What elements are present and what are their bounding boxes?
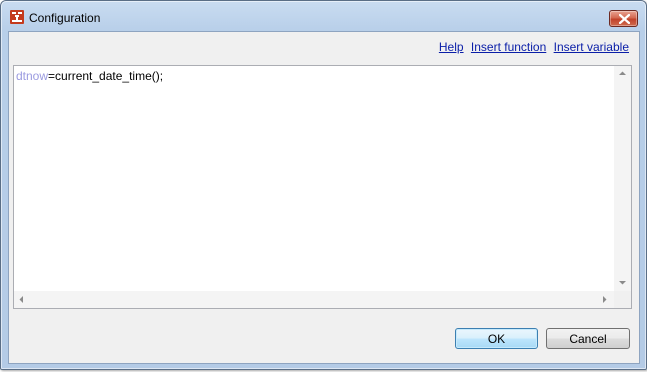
close-button[interactable] [609,10,638,27]
scroll-up-arrow[interactable] [614,66,631,83]
scroll-corner [614,291,631,308]
script-editor[interactable]: dtnow=current_date_time(); [13,65,632,309]
link-bar: Help Insert function Insert variable [435,40,629,54]
vertical-scrollbar[interactable] [614,66,631,292]
chevron-left-icon [19,296,23,303]
scroll-left-arrow[interactable] [14,291,31,308]
window-title: Configuration [29,11,101,25]
ok-button[interactable]: OK [455,328,538,349]
horizontal-scrollbar[interactable] [14,291,614,308]
scroll-down-arrow[interactable] [614,275,631,292]
chevron-up-icon [619,71,626,75]
code-variable: dtnow [16,69,49,83]
title-bar[interactable]: Configuration [1,1,646,31]
scroll-right-arrow[interactable] [597,291,614,308]
help-link[interactable]: Help [439,40,464,54]
dialog-body: Help Insert function Insert variable dtn… [8,31,640,364]
insert-function-link[interactable]: Insert function [471,40,546,54]
cancel-button[interactable]: Cancel [546,328,630,349]
code-expression: =current_date_time(); [48,69,164,83]
chevron-right-icon [603,296,607,303]
insert-variable-link[interactable]: Insert variable [554,40,629,54]
configuration-dialog: Configuration Help Insert function Inser… [0,0,647,370]
chevron-down-icon [619,281,626,285]
close-icon [619,14,630,24]
code-line[interactable]: dtnow=current_date_time(); [16,69,163,83]
flow-block-icon [9,9,25,25]
